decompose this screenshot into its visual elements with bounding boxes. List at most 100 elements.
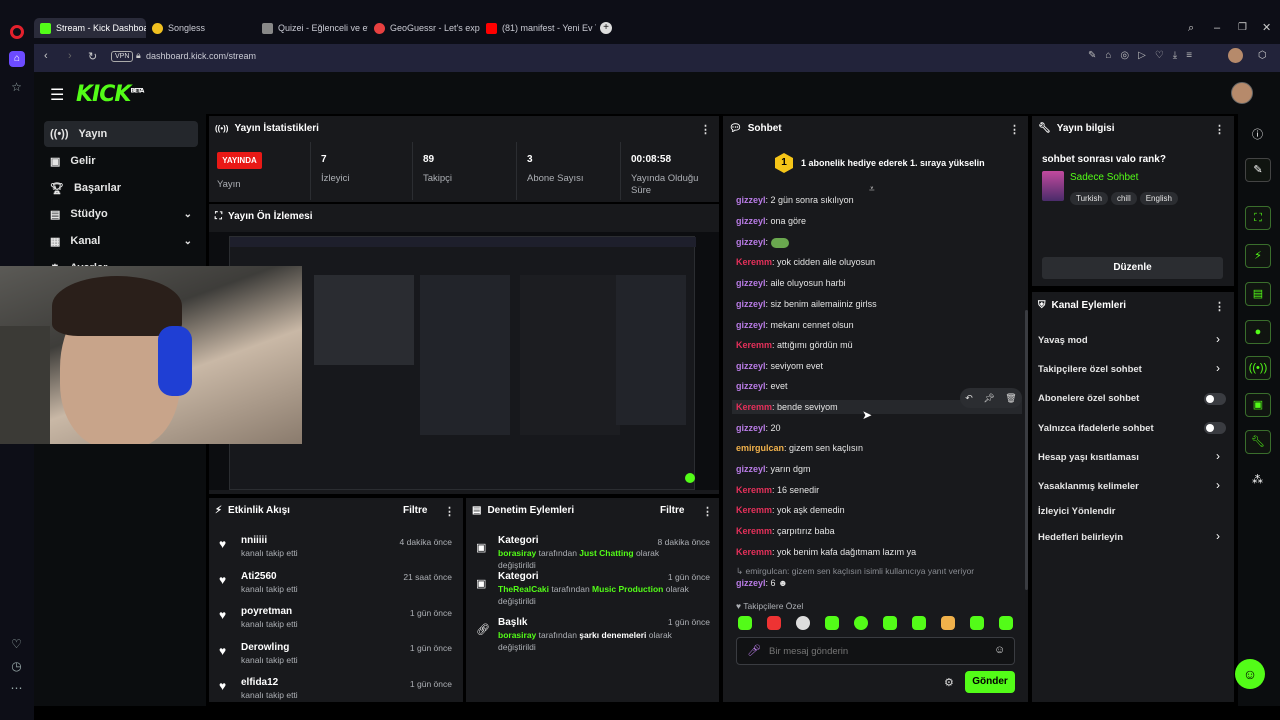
clipboard-icon[interactable]: ▤ (1245, 282, 1271, 306)
tab-youtube[interactable]: (81) manifest - Yeni Ev Tur (480, 18, 596, 38)
chevron-right-icon[interactable]: › (1216, 478, 1220, 492)
chevron-right-icon[interactable]: › (1216, 529, 1220, 543)
chat-username[interactable]: Keremm (736, 257, 772, 267)
category-link[interactable]: Sadece Sohbet (1070, 172, 1138, 183)
chat-username[interactable]: Keremm (736, 526, 772, 536)
chevron-right-icon[interactable]: › (1216, 332, 1220, 346)
event-user[interactable]: elfida12 (241, 677, 298, 688)
chat-username[interactable]: gizzeyl (736, 578, 766, 588)
back-icon[interactable]: ‹ (44, 50, 48, 62)
action-target[interactable]: Just Chatting (579, 548, 633, 558)
more-menu-icon[interactable]: ⋮ (1214, 123, 1225, 136)
edit-icon[interactable]: ✎ (1245, 158, 1271, 182)
chat-username[interactable]: gizzeyl (736, 381, 766, 391)
maximize-icon[interactable]: ❐ (1238, 22, 1247, 33)
kick-logo[interactable]: KICKBETA (76, 82, 144, 107)
emote-icon[interactable] (941, 616, 955, 630)
home-icon[interactable]: ⌂ (9, 51, 25, 67)
forward-icon[interactable]: › (68, 50, 72, 62)
chat-username[interactable]: Keremm (736, 547, 772, 557)
chevron-right-icon[interactable]: › (1216, 361, 1220, 375)
tab-kick-dashboard[interactable]: Stream - Kick Dashboard (34, 18, 146, 38)
emotes-only-toggle[interactable] (1204, 422, 1226, 434)
edit-button[interactable]: Düzenle (1042, 257, 1223, 279)
more-icon[interactable]: ⋯ (9, 681, 24, 696)
add-widget-icon[interactable]: ⁂ (1252, 473, 1263, 486)
speed-dial-icon[interactable]: ☆ (9, 80, 24, 95)
opera-logo-icon[interactable] (10, 25, 24, 39)
emote-icon[interactable] (883, 616, 897, 630)
camera-icon[interactable]: ⛶ (1245, 206, 1271, 230)
chat-username[interactable]: gizzeyl (736, 195, 766, 205)
event-user[interactable]: Ati2560 (241, 571, 298, 582)
url-field[interactable]: dashboard.kick.com/stream (146, 51, 256, 61)
chat-username[interactable]: gizzeyl (736, 299, 766, 309)
emote-icon[interactable] (912, 616, 926, 630)
sidebar-item-gelir[interactable]: ▣ Gelir (44, 148, 198, 174)
emote-icon[interactable] (999, 616, 1013, 630)
pin-icon[interactable]: 📌︎ (983, 393, 994, 404)
broadcast-icon[interactable]: ((•)) (1245, 356, 1271, 380)
send-button[interactable]: Gönder (965, 671, 1015, 693)
chat-username[interactable]: Keremm (736, 485, 772, 495)
extensions-icon[interactable]: ⬡ (1258, 50, 1267, 61)
action-banned-words[interactable]: Yasaklanmış kelimeler (1038, 481, 1139, 492)
reload-icon[interactable]: ↻ (88, 50, 97, 63)
more-menu-icon[interactable]: ⋮ (1009, 123, 1020, 136)
new-tab-icon[interactable]: + (600, 22, 612, 34)
history-icon[interactable]: ◷ (9, 659, 24, 674)
emote-icon[interactable] (796, 616, 810, 630)
minimize-icon[interactable]: – (1214, 22, 1220, 34)
action-slow-mode[interactable]: Yavaş mod (1038, 335, 1088, 346)
toolbar-icons[interactable]: ✎⌂◎▷♡⤓≡ (1088, 50, 1201, 61)
more-menu-icon[interactable]: ⋮ (1214, 300, 1225, 313)
chat-username[interactable]: gizzeyl (736, 278, 766, 288)
chat-username[interactable]: Keremm (736, 505, 772, 515)
chat-username[interactable]: gizzeyl (736, 361, 766, 371)
search-tabs-icon[interactable]: ⌕ (1188, 22, 1194, 35)
action-user[interactable]: borasiray (498, 630, 536, 640)
chat-username[interactable]: emirgulcan (736, 443, 784, 453)
tab-geoguessr[interactable]: GeoGuessr - Let's explore (368, 18, 480, 38)
tag[interactable]: English (1139, 192, 1178, 205)
chat-username[interactable]: Keremm (736, 402, 772, 412)
chat-settings-icon[interactable]: ⚙ (944, 676, 954, 689)
sidebar-item-basarilar[interactable]: 🏆︎ Başarılar (44, 175, 198, 201)
tag[interactable]: Turkish (1070, 192, 1108, 205)
heart-icon[interactable]: ♡ (9, 637, 24, 652)
action-user[interactable]: borasiray (498, 548, 536, 558)
emote-icon[interactable] (767, 616, 781, 630)
chat-bubble-icon[interactable]: ● (1245, 320, 1271, 344)
chat-username[interactable]: gizzeyl (736, 320, 766, 330)
more-menu-icon[interactable]: ⋮ (700, 123, 711, 136)
event-user[interactable]: Derowling (241, 642, 298, 653)
chat-scrollbar[interactable] (1025, 310, 1028, 590)
action-user[interactable]: TheRealCaki (498, 584, 549, 594)
profile-icon[interactable] (1228, 48, 1243, 63)
chat-username[interactable]: gizzeyl (736, 423, 766, 433)
chevron-right-icon[interactable]: › (1216, 449, 1220, 463)
avatar[interactable] (1231, 82, 1253, 104)
action-followers-only[interactable]: Takipçilere özel sohbet (1038, 364, 1142, 375)
studio-icon[interactable]: ▣ (1245, 393, 1271, 417)
tab-quizei[interactable]: Quizei - Eğlenceli ve etkile (256, 18, 368, 38)
subscribers-only-toggle[interactable] (1204, 393, 1226, 405)
chat-username[interactable]: gizzeyl (736, 216, 766, 226)
wrench-icon[interactable]: 🔧︎ (1245, 430, 1271, 454)
menu-icon[interactable]: ☰ (50, 85, 64, 105)
emote-icon[interactable] (854, 616, 868, 630)
microphone-icon[interactable]: 🎤︎ (747, 644, 761, 657)
sidebar-item-studyo[interactable]: ▤ Stüdyo ⌄ (44, 201, 198, 227)
emote-icon[interactable] (738, 616, 752, 630)
chat-username[interactable]: gizzeyl (736, 237, 766, 247)
sidebar-item-yayin[interactable]: ((•)) Yayın (44, 121, 198, 147)
chat-input[interactable] (769, 643, 989, 659)
action-goals[interactable]: Hedefleri belirleyin (1038, 532, 1123, 543)
chat-username[interactable]: Keremm (736, 340, 772, 350)
emoji-picker-icon[interactable]: ☺ (994, 644, 1005, 656)
more-menu-icon[interactable]: ⋮ (444, 505, 455, 518)
tag[interactable]: chill (1110, 192, 1137, 205)
sidebar-item-kanal[interactable]: ▦ Kanal ⌄ (44, 228, 198, 254)
help-chat-icon[interactable]: ☺ (1235, 659, 1265, 689)
moderation-filter-button[interactable]: Filtre (660, 505, 684, 516)
